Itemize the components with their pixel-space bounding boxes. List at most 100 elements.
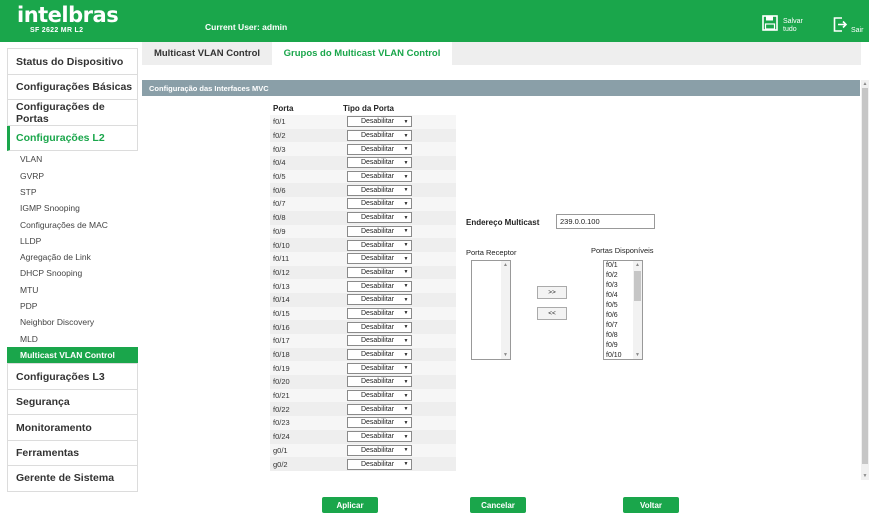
receiver-list-scrollbar[interactable]: ▲ ▼ [501,261,510,359]
top-header: intelbras SF 2622 MR L2 Current User: ad… [0,0,869,42]
table-row: f0/5 Desabilitar ▼ [270,169,456,184]
nav-configuracoes-basicas[interactable]: Configurações Básicas [7,75,138,101]
port-type-select[interactable]: Desabilitar ▼ [347,266,412,278]
table-row: f0/11 Desabilitar ▼ [270,251,456,266]
apply-button[interactable]: Aplicar [322,497,378,513]
scroll-up-arrow-icon[interactable]: ▲ [861,80,869,88]
cancel-button[interactable]: Cancelar [470,497,526,513]
scroll-up-arrow-icon[interactable]: ▲ [501,262,510,268]
save-all-button[interactable]: Salvar tudo [762,15,803,36]
scrollbar-thumb[interactable] [634,271,641,301]
table-row: f0/21 Desabilitar ▼ [270,388,456,403]
port-type-select[interactable]: Desabilitar ▼ [347,280,412,292]
table-row: f0/15 Desabilitar ▼ [270,306,456,321]
port-type-select[interactable]: Desabilitar ▼ [347,335,412,347]
port-type-select[interactable]: Desabilitar ▼ [347,376,412,388]
nav-monitoramento[interactable]: Monitoramento [7,415,138,441]
nav-configuracoes-portas[interactable]: Configurações de Portas [7,100,138,126]
port-type-value: Desabilitar [360,460,395,468]
nav-configuracoes-l2[interactable]: Configurações L2 [7,125,138,152]
port-type-value: Desabilitar [360,309,395,317]
exit-button[interactable]: Sair [833,17,863,37]
scroll-down-arrow-icon[interactable]: ▼ [633,352,642,358]
nav-ferramentas[interactable]: Ferramentas [7,440,138,467]
multicast-address-input[interactable]: 239.0.0.100 [556,214,655,229]
nav-sub-vlan[interactable]: VLAN [7,151,138,167]
nav-sub-dhcp-snooping[interactable]: DHCP Snooping [7,265,138,281]
port-type-select[interactable]: Desabilitar ▼ [347,362,412,374]
nav-sub-mld[interactable]: MLD [7,330,138,346]
port-type-select[interactable]: Desabilitar ▼ [347,253,412,265]
chevron-down-icon: ▼ [403,392,409,399]
nav-sub-mtu[interactable]: MTU [7,282,138,298]
port-type-select[interactable]: Desabilitar ▼ [347,307,412,319]
nav-sub-stp[interactable]: STP [7,184,138,200]
port-type-value: Desabilitar [360,337,395,345]
scroll-up-arrow-icon[interactable]: ▲ [633,262,642,268]
port-type-select[interactable]: Desabilitar ▼ [347,143,412,155]
page-scrollbar[interactable]: ▲ ▼ [861,80,869,480]
add-port-button[interactable]: >> [537,286,567,299]
port-name: f0/18 [273,350,290,360]
nav-sub-configuracoes-mac[interactable]: Configurações de MAC [7,216,138,232]
nav-sub-lldp[interactable]: LLDP [7,233,138,249]
port-type-select[interactable]: Desabilitar ▼ [347,444,412,456]
port-type-select[interactable]: Desabilitar ▼ [347,321,412,333]
port-type-select[interactable]: Desabilitar ▼ [347,171,412,183]
port-type-select[interactable]: Desabilitar ▼ [347,417,412,429]
port-type-select[interactable]: Desabilitar ▼ [347,212,412,224]
port-type-select[interactable]: Desabilitar ▼ [347,458,412,470]
port-type-select[interactable]: Desabilitar ▼ [347,403,412,415]
port-type-select[interactable]: Desabilitar ▼ [347,294,412,306]
nav-sub-pdp[interactable]: PDP [7,298,138,314]
available-ports-list[interactable]: f0/1 f0/2 f0/3 f0/4 f0/5 f0/6 f0/7 f0/8 f0/9 f0/1… [603,260,643,360]
port-name: f0/8 [273,213,286,223]
port-type-select[interactable]: Desabilitar ▼ [347,116,412,128]
port-type-select[interactable]: Desabilitar ▼ [347,349,412,361]
port-type-select[interactable]: Desabilitar ▼ [347,431,412,443]
port-type-select[interactable]: Desabilitar ▼ [347,130,412,142]
nav-configuracoes-l3[interactable]: Configurações L3 [7,363,138,391]
scroll-down-arrow-icon[interactable]: ▼ [501,352,510,358]
nav-gerente-sistema[interactable]: Gerente de Sistema [7,466,138,492]
nav-sub-agregacao-link[interactable]: Agregação de Link [7,249,138,265]
nav-sub-igmp-snooping[interactable]: IGMP Snooping [7,200,138,216]
port-name: f0/11 [273,254,290,264]
table-row: f0/22 Desabilitar ▼ [270,402,456,417]
available-list-scrollbar[interactable]: ▲ ▼ [633,261,642,359]
chevron-down-icon: ▼ [403,132,409,139]
port-type-select[interactable]: Desabilitar ▼ [347,157,412,169]
tab-multicast-vlan-control[interactable]: Multicast VLAN Control [142,42,272,65]
nav-sub-neighbor-discovery[interactable]: Neighbor Discovery [7,314,138,330]
remove-port-button[interactable]: << [537,307,567,320]
nav-sub-gvrp[interactable]: GVRP [7,167,138,183]
port-type-select[interactable]: Desabilitar ▼ [347,225,412,237]
port-type-value: Desabilitar [360,268,395,276]
receiver-port-label: Porta Receptor [466,248,517,257]
port-type-select[interactable]: Desabilitar ▼ [347,390,412,402]
nav-seguranca[interactable]: Segurança [7,390,138,416]
table-row: f0/7 Desabilitar ▼ [270,197,456,211]
nav-status-dispositivo[interactable]: Status do Dispositivo [7,48,138,75]
chevron-down-icon: ▼ [403,378,409,385]
scrollbar-thumb[interactable] [862,88,868,464]
port-type-select[interactable]: Desabilitar ▼ [347,184,412,196]
scroll-down-arrow-icon[interactable]: ▼ [861,472,869,480]
chevron-down-icon: ▼ [403,159,409,166]
tab-grupos-multicast-vlan-control[interactable]: Grupos do Multicast VLAN Control [272,42,452,65]
floppy-disk-icon [762,15,778,36]
section-title: Configuração das Interfaces MVC [142,80,860,96]
port-name: f0/13 [273,281,290,291]
nav-sub-multicast-vlan-control[interactable]: Multicast VLAN Control [7,346,138,364]
chevron-down-icon: ▼ [403,365,409,372]
port-type-select[interactable]: Desabilitar ▼ [347,239,412,251]
port-type-select[interactable]: Desabilitar ▼ [347,198,412,210]
port-name: g0/1 [273,445,288,455]
port-type-value: Desabilitar [360,282,395,290]
port-name: f0/21 [273,391,290,401]
receiver-port-list[interactable]: ▲ ▼ [471,260,511,360]
chevron-down-icon: ▼ [403,255,409,262]
back-button[interactable]: Voltar [623,497,679,513]
port-name: f0/2 [273,131,286,141]
port-name: f0/3 [273,144,286,154]
